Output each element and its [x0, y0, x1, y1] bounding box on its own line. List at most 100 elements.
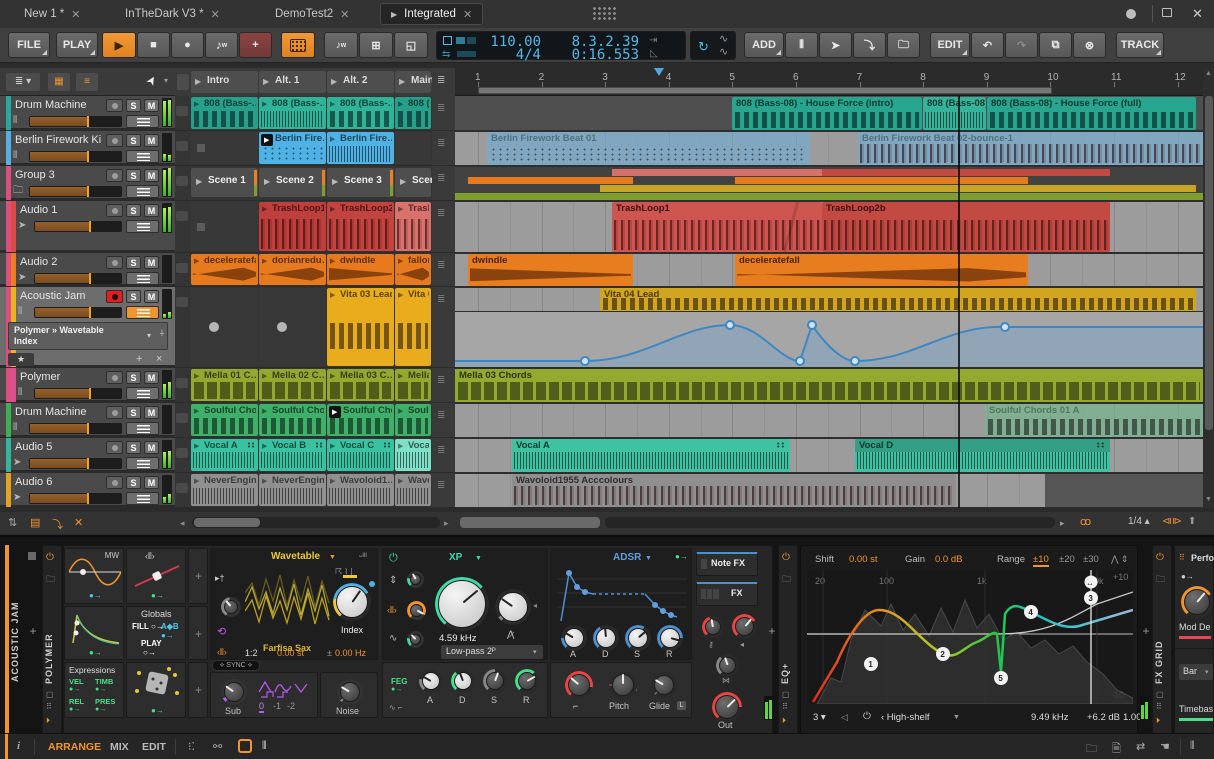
- volume-fader[interactable]: [29, 151, 122, 162]
- layout-toggle-button[interactable]: ◱: [394, 32, 428, 58]
- solo-button[interactable]: S: [126, 441, 141, 454]
- clip-play-icon[interactable]: ▶: [262, 257, 267, 265]
- fxgrid-bar-dropdown[interactable]: Bar ▾: [1179, 664, 1213, 680]
- track-list-menu-button[interactable]: ≣ ▾: [6, 73, 40, 91]
- filter-env-icon[interactable]: ⇕: [389, 575, 397, 586]
- arm-button[interactable]: [106, 476, 123, 489]
- eq-band-freq[interactable]: 9.49 kHz: [1031, 712, 1069, 723]
- arranger-clip-vocal-a[interactable]: Vocal A: [512, 439, 790, 472]
- volume-fader[interactable]: [34, 273, 122, 284]
- filter-type-dropdown[interactable]: Low-pass 2ᴾ ▾: [441, 645, 543, 659]
- keytrack-graph[interactable]: [131, 562, 183, 590]
- play-follow-icon[interactable]: ▸: [1060, 518, 1065, 529]
- launcher-stop-col[interactable]: [176, 448, 188, 458]
- scene-play-icon[interactable]: ▶: [331, 77, 337, 86]
- close-crossfades-icon[interactable]: ✕: [74, 516, 83, 529]
- add-automation-lane-button[interactable]: +: [136, 353, 142, 365]
- launcher-clip-berlin-fire-[interactable]: ▶ Berlin Fire…: [259, 132, 326, 164]
- clip-play-icon[interactable]: ▶: [398, 442, 403, 450]
- wavetable-shape-knob[interactable]: [221, 597, 241, 617]
- clip-play-icon[interactable]: ▶: [262, 442, 267, 450]
- feg-panel[interactable]: FEG ●→ ∿ ⌐ A D S R: [382, 662, 548, 718]
- adaptive-grid-icon[interactable]: ⬆: [1188, 516, 1196, 527]
- launcher-stop-col[interactable]: [176, 413, 188, 423]
- scene-play-icon[interactable]: ▶: [332, 177, 338, 186]
- add-audio-track-button[interactable]: ➤: [819, 32, 852, 58]
- launcher-clip-vocal-c[interactable]: ▶ Vocal C: [327, 439, 394, 471]
- track-options-button[interactable]: [126, 150, 159, 163]
- clip-play-icon[interactable]: ▶: [330, 205, 335, 213]
- launcher-stop-col[interactable]: [176, 297, 188, 307]
- empty-clip-slot[interactable]: [191, 202, 258, 251]
- clip-play-icon[interactable]: ▶: [262, 372, 267, 380]
- playhead-marker[interactable]: [654, 68, 664, 76]
- eq-band-count[interactable]: 3 ▾: [813, 712, 826, 723]
- eq-band-type[interactable]: ‹ High-shelf: [881, 712, 930, 723]
- sub-octave-0[interactable]: 0: [259, 701, 265, 713]
- fxgrid-device-grid-icon[interactable]: ⠿: [1156, 702, 1169, 712]
- adsr-knob-s[interactable]: [625, 625, 651, 651]
- mod-out-arrow[interactable]: ●→: [89, 591, 102, 600]
- eq-device-power-icon[interactable]: ⏻: [782, 552, 795, 565]
- add-effect-track-button[interactable]: ⤵: [853, 32, 886, 58]
- favorite-button[interactable]: ★: [8, 353, 34, 366]
- launcher-grid-toggle[interactable]: ▦: [48, 73, 70, 91]
- launcher-clip-vita-0-[interactable]: ▶ Vita 0…: [395, 288, 431, 366]
- fxgrid-mod-arrow[interactable]: ●→: [1181, 572, 1194, 581]
- sub-knob[interactable]: [221, 679, 247, 705]
- automation-point[interactable]: [1000, 322, 1010, 332]
- modulator-globals[interactable]: Globals FILL ○→ A◆B ●→ PLAY ○→: [126, 606, 186, 660]
- punch-add-button[interactable]: +: [239, 32, 272, 58]
- scroll-down-icon[interactable]: ▼: [1204, 496, 1213, 506]
- launcher-stop-col[interactable]: [176, 176, 188, 186]
- arranger-clip-deceleratefall[interactable]: deceleratefall: [735, 254, 1028, 286]
- track-header-berlin-firework-kit[interactable]: Berlin Firework Kit S M ⫴: [0, 131, 175, 165]
- scene-play-icon[interactable]: ▶: [195, 77, 201, 86]
- eq-graph[interactable]: 201001k10k+10-1012345↔: [807, 570, 1133, 704]
- wt-hz[interactable]: 0.00 Hz: [335, 648, 366, 658]
- arm-button[interactable]: [106, 169, 123, 182]
- volume-fader[interactable]: [29, 423, 122, 434]
- mod-out-arrow[interactable]: ●→: [151, 591, 164, 600]
- sub-octave-1[interactable]: -1: [273, 701, 281, 711]
- launcher-clip-deceleratefall[interactable]: ▶ deceleratefall: [191, 254, 258, 285]
- snap-toggle-icon[interactable]: ⧏⧐: [1162, 516, 1182, 527]
- clip-play-icon[interactable]: ▶: [330, 100, 335, 108]
- arranger-clip-808--bass-08----house-force--intro-[interactable]: 808 (Bass-08) - House Force (intro): [732, 97, 922, 130]
- feg-knob-r[interactable]: [515, 669, 539, 693]
- bitwig-logo-icon[interactable]: [592, 6, 618, 22]
- mod-slot-add-2[interactable]: +: [188, 606, 208, 660]
- mute-button[interactable]: M: [144, 169, 159, 182]
- fxgrid-mod-knob[interactable]: [1181, 586, 1213, 618]
- vol-knob[interactable]: [732, 614, 757, 639]
- automation-point[interactable]: [807, 320, 817, 330]
- scene-play-icon[interactable]: ▶: [400, 177, 406, 186]
- redo-button[interactable]: ↷: [1005, 32, 1038, 58]
- row-list-icon[interactable]: ≣: [437, 139, 451, 151]
- feg-arrow[interactable]: ●→: [391, 686, 402, 693]
- panel-tab-mix[interactable]: MIX: [110, 741, 129, 753]
- track-header-audio-1[interactable]: Audio 1 S M ➤: [0, 201, 175, 252]
- overdub-button[interactable]: ♪ w: [205, 32, 238, 58]
- automation-write-button[interactable]: ♪ w: [324, 32, 358, 58]
- insert-plus-button[interactable]: ⊞: [359, 32, 393, 58]
- polymer-device-preset-icon[interactable]: 🗀: [46, 572, 59, 584]
- adsr-dropdown-icon[interactable]: ▼: [645, 555, 652, 562]
- expr-arrow[interactable]: ●→: [95, 686, 106, 693]
- globals-play-arrow[interactable]: ○→: [143, 648, 156, 657]
- solo-button[interactable]: S: [126, 99, 141, 112]
- scene-button-2[interactable]: ▶ Alt. 2: [327, 71, 394, 93]
- clip-play-icon[interactable]: ▶: [330, 477, 335, 485]
- row-list-icon[interactable]: ≣: [437, 446, 451, 458]
- pitch-panel[interactable]: ⌐ Pitch Glide L: [550, 662, 692, 718]
- punch-in-icon[interactable]: ⇥: [649, 35, 657, 46]
- touch-mode-icon[interactable]: ☚: [1160, 740, 1170, 753]
- arranger-clip-dwindle[interactable]: dwindle: [468, 254, 633, 286]
- clip-play-icon[interactable]: ▶: [330, 135, 335, 143]
- fxgrid-device-power-icon[interactable]: ⏻: [1156, 552, 1169, 565]
- launcher-clip-soulf-[interactable]: ▶ Soulf…: [395, 404, 431, 436]
- mod-slot-add-1[interactable]: +: [188, 548, 208, 604]
- arranger-clip-berlin-firework-beat-01[interactable]: Berlin Firework Beat 01: [487, 132, 810, 165]
- adsr-knob-r[interactable]: [657, 625, 683, 651]
- arranger-clip-808--bass-08-[interactable]: 808 (Bass-08): [923, 97, 986, 130]
